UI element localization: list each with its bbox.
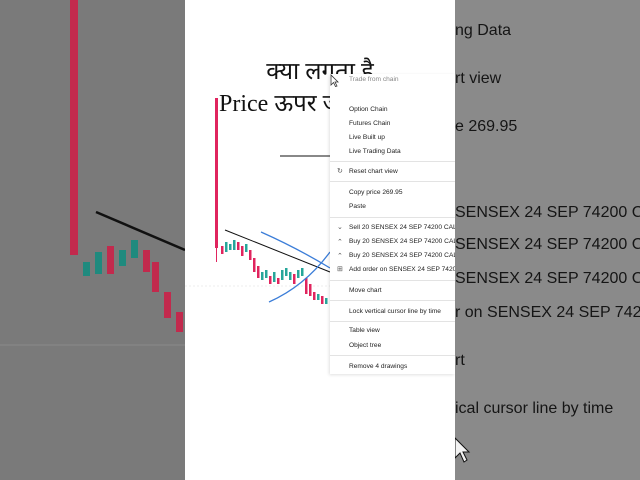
bg-candle xyxy=(164,292,171,318)
blue-curve-upper[interactable] xyxy=(260,231,331,269)
bg-menu-text: SENSEX 24 SEP 74200 CALL @ 2 xyxy=(455,204,640,221)
menu-item-trade-from-chain[interactable]: Trade from chain xyxy=(349,76,455,83)
chevron-up-icon: ⌃ xyxy=(337,239,343,246)
left-blurred-background xyxy=(0,0,185,480)
left-chart-bg xyxy=(0,0,185,346)
menu-separator xyxy=(330,217,455,218)
menu-item-add-order[interactable]: Add order on SENSEX 24 SEP 74200 CA xyxy=(349,266,455,273)
menu-separator xyxy=(330,300,455,301)
bg-menu-text: SENSEX 24 SEP 74200 CALL @ 2 xyxy=(455,236,640,253)
menu-item-live-built-up[interactable]: Live Built up xyxy=(349,134,455,141)
menu-item-paste[interactable]: Paste xyxy=(349,203,455,210)
chart-frame[interactable]: क्या लगता है Price ऊपर जाएगा? Trade from… xyxy=(185,0,455,480)
bg-menu-text: ng Data xyxy=(455,22,512,39)
bg-candle xyxy=(107,246,114,274)
context-menu: Trade from chain Option Chain Futures Ch… xyxy=(330,74,455,374)
bg-candle xyxy=(176,312,183,332)
bg-trendline xyxy=(95,210,185,252)
right-blurred-background: ng Data rt view e 269.95 SENSEX 24 SEP 7… xyxy=(455,0,640,480)
menu-separator xyxy=(330,355,455,356)
menu-item-table-view[interactable]: Table view xyxy=(349,327,455,334)
bg-candle xyxy=(152,262,159,292)
menu-item-remove-drawings[interactable]: Remove 4 drawings xyxy=(349,363,455,370)
bg-candle xyxy=(95,252,102,274)
reset-icon: ↻ xyxy=(337,168,343,175)
bg-candle xyxy=(131,240,138,258)
bg-candle xyxy=(119,250,126,266)
bg-menu-text: r on SENSEX 24 SEP 74200 CAL xyxy=(455,304,640,321)
menu-item-copy-price[interactable]: Copy price 269.95 xyxy=(349,189,455,196)
candle-big-red xyxy=(215,98,218,248)
menu-item-buy-order-2[interactable]: Buy 20 SENSEX 24 SEP 74200 CALL @ 2 xyxy=(349,252,455,259)
bg-menu-text: rt view xyxy=(455,70,502,87)
menu-item-move-chart[interactable]: Move chart xyxy=(349,287,455,294)
menu-item-lock-cursor[interactable]: Lock vertical cursor line by time xyxy=(349,308,455,315)
menu-item-option-chain[interactable]: Option Chain xyxy=(349,106,455,113)
chevron-down-icon: ⌄ xyxy=(337,224,343,231)
bg-menu-text: e 269.95 xyxy=(455,118,518,135)
menu-separator xyxy=(330,280,455,281)
menu-item-sell-order[interactable]: Sell 20 SENSEX 24 SEP 74200 CALL @ 2 xyxy=(349,224,455,231)
trendline[interactable] xyxy=(224,229,331,273)
bg-big-candle xyxy=(70,0,78,255)
bg-candle xyxy=(143,250,150,272)
menu-separator xyxy=(330,181,455,182)
menu-item-futures-chain[interactable]: Futures Chain xyxy=(349,120,455,127)
bg-candle xyxy=(83,262,90,276)
menu-separator xyxy=(330,321,455,322)
menu-separator xyxy=(330,161,455,162)
menu-item-buy-order-1[interactable]: Buy 20 SENSEX 24 SEP 74200 CALL @ 2 xyxy=(349,238,455,245)
bg-menu-text: SENSEX 24 SEP 74200 CALL @ 2 xyxy=(455,270,640,287)
bg-menu-text: rt xyxy=(455,352,465,369)
bg-menu-text: ical cursor line by time xyxy=(455,400,614,417)
mouse-cursor-icon xyxy=(330,74,339,87)
menu-item-reset-chart-view[interactable]: Reset chart view xyxy=(349,168,455,175)
menu-item-object-tree[interactable]: Object tree xyxy=(349,342,455,349)
menu-item-live-trading-data[interactable]: Live Trading Data xyxy=(349,148,455,155)
add-order-icon: ⊞ xyxy=(337,266,343,273)
chevron-up-icon: ⌃ xyxy=(337,253,343,260)
